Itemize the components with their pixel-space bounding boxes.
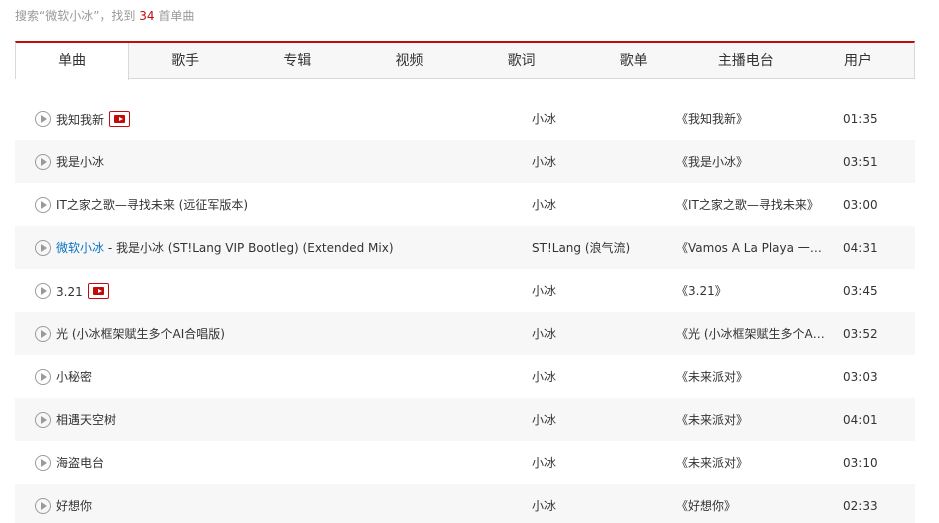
song-duration: 03:03	[843, 370, 878, 384]
song-row[interactable]: 相遇天空树 小冰 《未来派对》 04:01	[15, 398, 915, 441]
song-title-highlight[interactable]: 微软小冰	[56, 241, 104, 255]
song-title-text[interactable]: 我是小冰	[56, 155, 104, 169]
song-duration: 02:33	[843, 499, 878, 513]
song-album[interactable]: 《未来派对》	[676, 455, 826, 471]
song-title-text[interactable]: 3.21	[56, 285, 83, 299]
song-title[interactable]: 海盗电台	[56, 455, 104, 471]
song-row[interactable]: 我知我新 小冰 《我知我新》 01:35	[15, 97, 915, 140]
tab-albums[interactable]: 专辑	[241, 43, 353, 78]
song-row[interactable]: 3.21 小冰 《3.21》 03:45	[15, 269, 915, 312]
summary-suffix: 首单曲	[158, 9, 195, 23]
play-icon[interactable]	[35, 154, 51, 170]
song-album[interactable]: 《Vamos A La Playa 一起…	[676, 240, 826, 256]
song-title-text[interactable]: 小秘密	[56, 370, 92, 384]
song-album[interactable]: 《未来派对》	[676, 412, 826, 428]
song-title[interactable]: 光 (小冰框架赋生多个AI合唱版)	[56, 326, 225, 342]
song-row[interactable]: 小秘密 小冰 《未来派对》 03:03	[15, 355, 915, 398]
song-row[interactable]: 好想你 小冰 《好想你》 02:33	[15, 484, 915, 523]
mv-icon[interactable]	[109, 111, 131, 127]
song-duration: 04:01	[843, 413, 878, 427]
song-title-text[interactable]: - 我是小冰 (ST!Lang VIP Bootleg) (Extended M…	[104, 241, 394, 255]
mv-icon[interactable]	[87, 283, 109, 299]
song-artist[interactable]: ST!Lang (浪气流)	[532, 240, 662, 256]
song-title-text[interactable]: 海盗电台	[56, 456, 104, 470]
song-title-text[interactable]: 光 (小冰框架赋生多个AI合唱版)	[56, 327, 225, 341]
song-title-text[interactable]: 好想你	[56, 499, 92, 513]
song-album[interactable]: 《我是小冰》	[676, 154, 826, 170]
song-title[interactable]: 微软小冰 - 我是小冰 (ST!Lang VIP Bootleg) (Exten…	[56, 240, 394, 256]
song-artist[interactable]: 小冰	[532, 412, 662, 428]
song-album[interactable]: 《未来派对》	[676, 369, 826, 385]
song-artist[interactable]: 小冰	[532, 154, 662, 170]
song-duration: 03:52	[843, 327, 878, 341]
play-icon[interactable]	[35, 197, 51, 213]
song-duration: 01:35	[843, 112, 878, 126]
song-row[interactable]: 我是小冰 小冰 《我是小冰》 03:51	[15, 140, 915, 183]
song-album[interactable]: 《IT之家之歌—寻找未来》	[676, 197, 826, 213]
play-icon[interactable]	[35, 369, 51, 385]
song-duration: 03:51	[843, 155, 878, 169]
song-list: 我知我新 小冰 《我知我新》 01:35 我是小冰 小冰 《我是小冰》 03:51 IT之家之歌…	[15, 97, 915, 523]
song-title-text[interactable]: 相遇天空树	[56, 413, 116, 427]
song-artist[interactable]: 小冰	[532, 455, 662, 471]
result-type-tabs: 单曲 歌手 专辑 视频 歌词 歌单 主播电台 用户	[15, 41, 915, 80]
song-title[interactable]: 我是小冰	[56, 154, 104, 170]
tab-lyrics[interactable]: 歌词	[466, 43, 578, 78]
tab-artists[interactable]: 歌手	[129, 43, 241, 78]
song-duration: 04:31	[843, 241, 878, 255]
song-album[interactable]: 《光 (小冰框架赋生多个AI…	[676, 326, 826, 342]
song-artist[interactable]: 小冰	[532, 369, 662, 385]
song-duration: 03:45	[843, 284, 878, 298]
play-icon[interactable]	[35, 498, 51, 514]
song-artist[interactable]: 小冰	[532, 197, 662, 213]
song-album[interactable]: 《好想你》	[676, 498, 826, 514]
song-row[interactable]: 微软小冰 - 我是小冰 (ST!Lang VIP Bootleg) (Exten…	[15, 226, 915, 269]
song-title-text[interactable]: IT之家之歌—寻找未来 (远征军版本)	[56, 198, 248, 212]
play-icon[interactable]	[35, 111, 51, 127]
song-title[interactable]: 小秘密	[56, 369, 92, 385]
song-album[interactable]: 《3.21》	[676, 283, 826, 299]
tab-playlists[interactable]: 歌单	[578, 43, 690, 78]
song-artist[interactable]: 小冰	[532, 498, 662, 514]
tab-users[interactable]: 用户	[802, 43, 914, 78]
song-row[interactable]: IT之家之歌—寻找未来 (远征军版本) 小冰 《IT之家之歌—寻找未来》 03:00	[15, 183, 915, 226]
tab-songs[interactable]: 单曲	[16, 43, 130, 80]
result-count: 34	[139, 9, 155, 23]
play-icon[interactable]	[35, 455, 51, 471]
song-title[interactable]: 3.21	[56, 283, 109, 300]
play-icon[interactable]	[35, 412, 51, 428]
search-summary: 搜索“微软小冰”，找到 34 首单曲	[15, 9, 194, 23]
song-duration: 03:10	[843, 456, 878, 470]
play-icon[interactable]	[35, 283, 51, 299]
summary-prefix: 搜索“微软小冰”，找到	[15, 9, 136, 23]
tab-radio[interactable]: 主播电台	[690, 43, 802, 78]
song-title[interactable]: 我知我新	[56, 111, 131, 128]
play-icon[interactable]	[35, 240, 51, 256]
song-row[interactable]: 光 (小冰框架赋生多个AI合唱版) 小冰 《光 (小冰框架赋生多个AI… 03:52	[15, 312, 915, 355]
song-title-text[interactable]: 我知我新	[56, 113, 104, 127]
song-title[interactable]: IT之家之歌—寻找未来 (远征军版本)	[56, 197, 248, 213]
play-icon[interactable]	[35, 326, 51, 342]
song-album[interactable]: 《我知我新》	[676, 111, 826, 127]
song-artist[interactable]: 小冰	[532, 111, 662, 127]
song-artist[interactable]: 小冰	[532, 283, 662, 299]
song-row[interactable]: 海盗电台 小冰 《未来派对》 03:10	[15, 441, 915, 484]
song-title[interactable]: 好想你	[56, 498, 92, 514]
song-artist[interactable]: 小冰	[532, 326, 662, 342]
tab-videos[interactable]: 视频	[353, 43, 465, 78]
song-title[interactable]: 相遇天空树	[56, 412, 116, 428]
song-duration: 03:00	[843, 198, 878, 212]
